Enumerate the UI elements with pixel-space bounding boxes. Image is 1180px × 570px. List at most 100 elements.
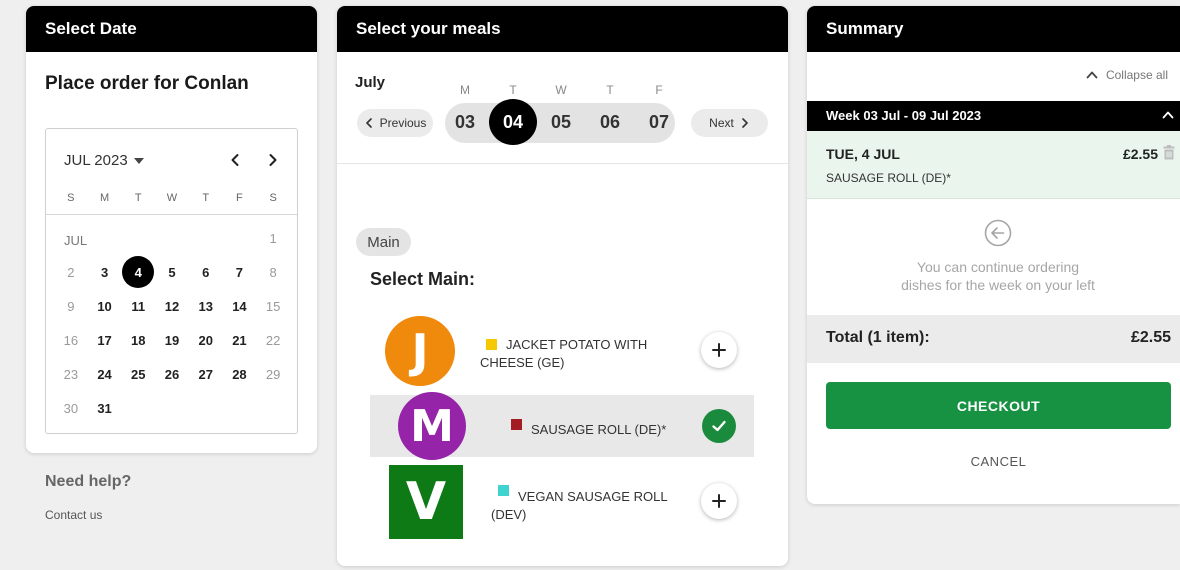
- calendar-day[interactable]: 6: [189, 255, 223, 289]
- order-item-name: SAUSAGE ROLL (DE)*: [826, 171, 951, 185]
- collapse-all-button[interactable]: Collapse all: [1086, 68, 1168, 82]
- calendar-day[interactable]: 18: [121, 323, 155, 357]
- meal-name-line-1: SAUSAGE ROLL (DE)*: [531, 422, 667, 437]
- day-option-03[interactable]: 03: [441, 99, 489, 145]
- next-week-button[interactable]: Next: [691, 109, 768, 137]
- calendar-day[interactable]: 17: [88, 323, 122, 357]
- tab-main[interactable]: Main: [356, 228, 411, 256]
- calendar-day-number: 22: [265, 332, 281, 348]
- weekday-label: T: [134, 192, 142, 204]
- calendar-divider: [46, 214, 297, 215]
- calendar-day[interactable]: 8: [256, 255, 290, 289]
- chevron-left-icon: [231, 154, 239, 166]
- calendar-day-number: 20: [198, 332, 213, 348]
- calendar-day[interactable]: 25: [121, 357, 155, 391]
- calendar-day[interactable]: 3: [88, 255, 122, 289]
- chevron-right-icon: [269, 154, 277, 166]
- calendar-day[interactable]: 26: [155, 357, 189, 391]
- calendar-day[interactable]: 9: [54, 289, 88, 323]
- calendar-day[interactable]: 27: [189, 357, 223, 391]
- calendar-day[interactable]: 22: [256, 323, 290, 357]
- calendar-empty-cell: [256, 391, 290, 425]
- calendar-day[interactable]: 7: [223, 255, 257, 289]
- total-value: £2.55: [1130, 329, 1171, 346]
- order-day: TUE, 4 JUL: [826, 146, 900, 162]
- calendar-day-number: 11: [131, 298, 146, 314]
- check-icon: [712, 420, 726, 432]
- previous-week-button[interactable]: Previous: [357, 109, 433, 137]
- calendar-day[interactable]: 12: [155, 289, 189, 323]
- meal-letter: J: [411, 324, 429, 378]
- week-month-label: July: [355, 74, 386, 91]
- calendar-day[interactable]: 24: [88, 357, 122, 391]
- calendar-day[interactable]: 4: [121, 255, 155, 289]
- calendar-day-number: 27: [198, 366, 213, 382]
- calendar-first-row: 1: [54, 221, 290, 255]
- calendar-day-number: 29: [265, 366, 281, 382]
- meal-name-line-1: VEGAN SAUSAGE ROLL: [518, 489, 668, 504]
- calendar-day[interactable]: 11: [121, 289, 155, 323]
- calendar-day[interactable]: 29: [256, 357, 290, 391]
- need-help-title: Need help?: [45, 473, 132, 490]
- calendar-day-number: 10: [97, 298, 112, 314]
- weekday-label: S: [269, 192, 277, 204]
- meal-selected-checkmark[interactable]: [702, 409, 736, 443]
- calendar-day[interactable]: 23: [54, 357, 88, 391]
- weekday-label: W: [166, 192, 178, 204]
- weekday-initial: W: [555, 83, 567, 97]
- calendar-day[interactable]: 21: [223, 323, 257, 357]
- select-date-panel: Select Date Place order for Conlan JUL 2…: [26, 6, 317, 453]
- meal-option-sausage-roll[interactable]: M SAUSAGE ROLL (DE)*: [370, 392, 754, 460]
- day-option-05[interactable]: 05: [537, 99, 585, 145]
- month-year-label: JUL 2023: [64, 152, 128, 169]
- calendar-day[interactable]: 13: [189, 289, 223, 323]
- weekday-label: T: [202, 192, 210, 204]
- trash-icon[interactable]: [1163, 145, 1175, 160]
- calendar-day[interactable]: 1: [256, 221, 290, 255]
- calendar-empty-cell: [189, 221, 223, 255]
- checkout-button[interactable]: CHECKOUT: [826, 382, 1171, 429]
- calendar-day[interactable]: 14: [223, 289, 257, 323]
- add-meal-button[interactable]: [701, 483, 737, 519]
- weekday-initial: M: [460, 83, 470, 97]
- calendar-day[interactable]: 20: [189, 323, 223, 357]
- calendar-day[interactable]: 16: [54, 323, 88, 357]
- calendar-day-number: 1: [269, 230, 277, 246]
- calendar-day-number: 26: [164, 366, 180, 382]
- chevron-right-icon: [742, 118, 748, 128]
- meal-name: JACKET POTATO WITH CHEESE (GE): [480, 336, 647, 372]
- meal-letter-badge: M: [398, 392, 466, 460]
- calendar-day[interactable]: 10: [88, 289, 122, 323]
- cancel-button[interactable]: CANCEL: [826, 446, 1171, 476]
- calendar-day[interactable]: 30: [54, 391, 88, 425]
- weekday-initial: T: [606, 83, 614, 97]
- calendar-day[interactable]: 5: [155, 255, 189, 289]
- contact-us-link[interactable]: Contact us: [45, 508, 102, 522]
- day-option-04[interactable]: 04: [489, 99, 537, 145]
- calendar-day[interactable]: 31: [88, 391, 122, 425]
- calendar-day[interactable]: 2: [54, 255, 88, 289]
- calendar-day[interactable]: 15: [256, 289, 290, 323]
- next-month-button[interactable]: [260, 147, 286, 173]
- chevron-up-icon: [1086, 71, 1098, 79]
- total-bar: Total (1 item): £2.55: [807, 315, 1180, 363]
- month-year-dropdown[interactable]: JUL 2023: [64, 152, 144, 169]
- week-group-header[interactable]: Week 03 Jul - 09 Jul 2023: [807, 101, 1180, 131]
- calendar-day-number: 24: [97, 366, 112, 382]
- meal-option-vegan-sausage-roll[interactable]: V VEGAN SAUSAGE ROLL (DEV): [370, 464, 754, 539]
- add-meal-button[interactable]: [701, 332, 737, 368]
- calendar-day[interactable]: 19: [155, 323, 189, 357]
- calendar-day-number: 5: [168, 264, 176, 280]
- calendar-empty-cell: [121, 391, 155, 425]
- calendar-day-number: 18: [131, 332, 146, 348]
- meal-option-jacket-potato[interactable]: J JACKET POTATO WITH CHEESE (GE): [370, 316, 754, 386]
- day-option-07[interactable]: 07: [635, 99, 683, 145]
- prev-month-button[interactable]: [222, 147, 248, 173]
- calendar-day-number: 14: [232, 298, 247, 314]
- day-option-06[interactable]: 06: [586, 99, 634, 145]
- calendar-empty-cell: [155, 221, 189, 255]
- plus-icon: [712, 494, 726, 508]
- calendar-day-number: 21: [232, 332, 247, 348]
- calendar-day[interactable]: 28: [223, 357, 257, 391]
- calendar-empty-cell: [189, 391, 223, 425]
